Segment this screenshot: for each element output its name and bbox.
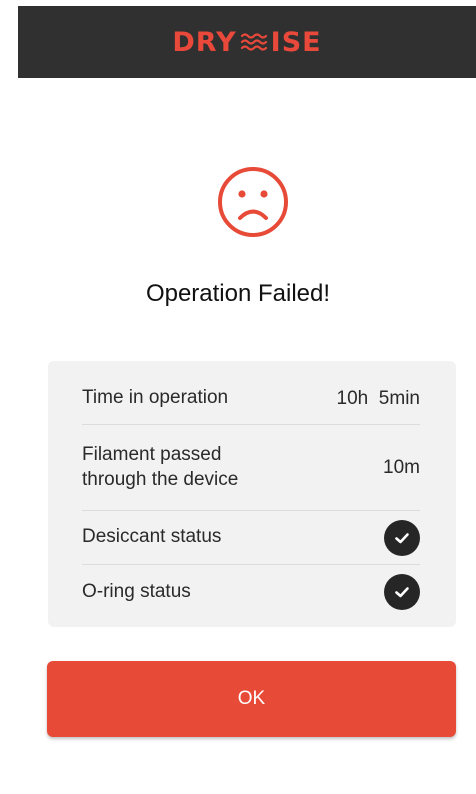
stat-row-oring-status: O-ring status bbox=[82, 565, 420, 619]
stat-value: 10m bbox=[383, 456, 420, 478]
app-header: DRY ISE bbox=[18, 6, 476, 78]
brand-text-left: DRY bbox=[172, 26, 237, 58]
brand-logo: DRY ISE bbox=[172, 27, 321, 58]
check-circle-icon bbox=[384, 574, 420, 610]
stat-label: Desiccant status bbox=[82, 526, 222, 548]
stat-label: O-ring status bbox=[82, 580, 191, 602]
sad-face-icon bbox=[218, 167, 288, 237]
operation-result-screen: DRY ISE Operation Failed! Time in operat… bbox=[0, 0, 476, 794]
stat-row-desiccant-status: Desiccant status bbox=[82, 511, 420, 565]
brand-text-right: ISE bbox=[270, 26, 322, 58]
stat-value: 10h 5min bbox=[336, 387, 420, 409]
stat-row-filament-passed: Filament passed through the device 10m bbox=[82, 425, 420, 511]
operation-summary-card: Time in operation 10h 5min Filament pass… bbox=[48, 361, 456, 627]
stat-label: Time in operation bbox=[82, 387, 229, 409]
check-circle-icon bbox=[384, 519, 420, 556]
stat-row-time-in-operation: Time in operation 10h 5min bbox=[82, 373, 420, 425]
stat-label: Filament passed through the device bbox=[82, 444, 239, 490]
page-title: Operation Failed! bbox=[145, 280, 331, 307]
wave-lines-icon bbox=[240, 33, 267, 51]
ok-button[interactable]: OK bbox=[47, 661, 456, 737]
